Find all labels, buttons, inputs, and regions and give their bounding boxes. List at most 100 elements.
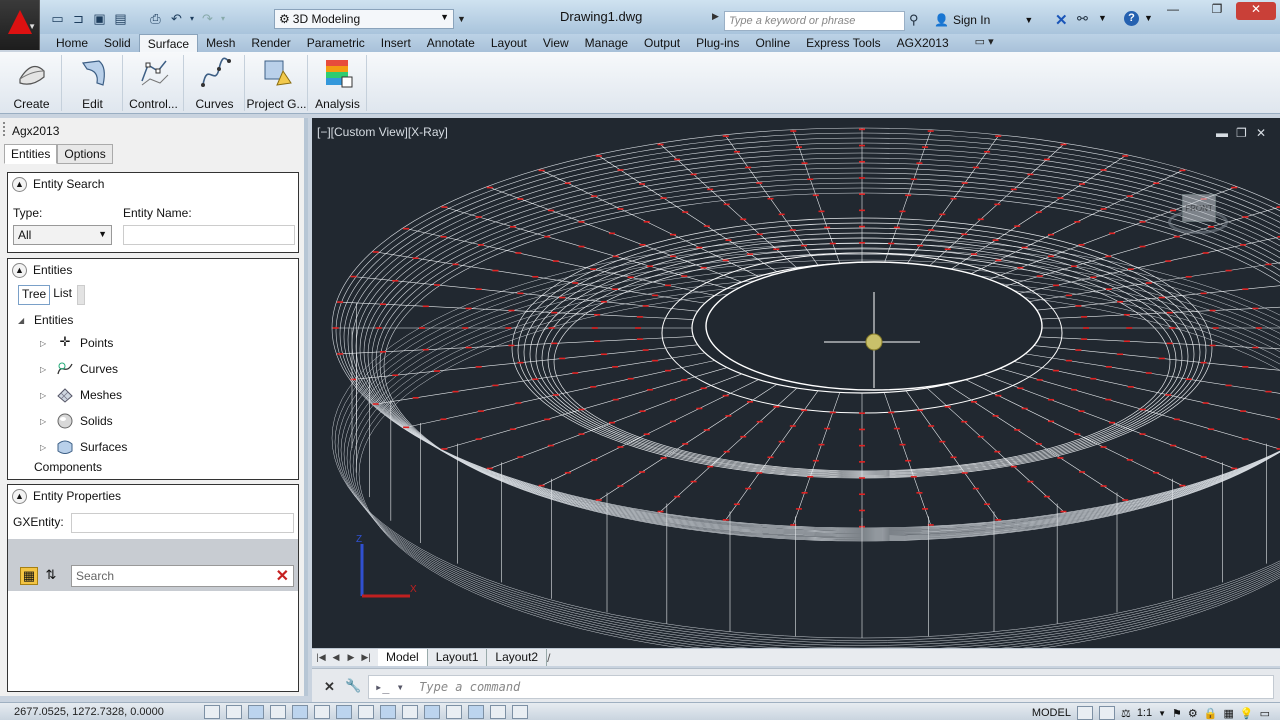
- tab-model[interactable]: Model: [378, 649, 428, 666]
- collapse-icon[interactable]: ▲: [12, 176, 27, 192]
- tree-node-meshes[interactable]: ▷ Meshes: [40, 386, 122, 404]
- categorized-icon[interactable]: ▦: [20, 567, 38, 585]
- plot-icon[interactable]: ⎙: [146, 9, 165, 28]
- tab-annotate[interactable]: Annotate: [419, 34, 483, 52]
- open-icon[interactable]: ⊐: [69, 9, 88, 28]
- annotation-scale-value[interactable]: 1:1: [1137, 707, 1152, 719]
- viewport-minimize-icon[interactable]: ▬: [1216, 126, 1228, 140]
- help-icon[interactable]: ?: [1124, 11, 1139, 26]
- clean-screen-icon[interactable]: ▭: [1260, 707, 1270, 720]
- model-space-button[interactable]: MODEL: [1032, 707, 1071, 719]
- polar-tracking-toggle[interactable]: [292, 704, 308, 719]
- exchange-icon[interactable]: ✕: [1055, 11, 1068, 29]
- dynamic-ucs-toggle[interactable]: [380, 704, 396, 719]
- redo-icon[interactable]: ↷: [198, 9, 217, 28]
- viewport-close-icon[interactable]: ✕: [1256, 126, 1266, 140]
- grid-display-toggle[interactable]: [248, 704, 264, 719]
- first-layout-icon[interactable]: |◀: [315, 652, 327, 663]
- entity-name-field[interactable]: [123, 225, 295, 245]
- tab-output[interactable]: Output: [636, 34, 688, 52]
- analysis-button[interactable]: Analysis: [309, 55, 367, 111]
- collapse-icon[interactable]: ▲: [12, 262, 27, 278]
- dynamic-input-toggle[interactable]: [402, 704, 418, 719]
- quick-view-drawings-icon[interactable]: [1098, 706, 1115, 720]
- 3d-object-snap-toggle[interactable]: [336, 704, 352, 719]
- type-select[interactable]: All ▼: [13, 225, 112, 245]
- selection-cycling-toggle[interactable]: [490, 704, 506, 719]
- close-command-line-icon[interactable]: ✕: [324, 679, 335, 695]
- tab-layout2[interactable]: Layout2: [487, 649, 548, 666]
- isolate-objects-icon[interactable]: 💡: [1240, 707, 1254, 720]
- tab-surface[interactable]: Surface: [138, 34, 199, 52]
- tab-home[interactable]: Home: [48, 34, 96, 52]
- lock-icon[interactable]: 🔒: [1204, 707, 1218, 720]
- tab-parametric[interactable]: Parametric: [299, 34, 373, 52]
- annotation-monitor-toggle[interactable]: [512, 704, 528, 719]
- create-button[interactable]: Create: [2, 55, 62, 111]
- viewcube-front-face[interactable]: FRONT: [1182, 194, 1216, 222]
- tab-options[interactable]: Options: [57, 144, 113, 164]
- object-snap-tracking-toggle[interactable]: [358, 704, 374, 719]
- quick-properties-toggle[interactable]: [468, 704, 484, 719]
- tab-solid[interactable]: Solid: [96, 34, 139, 52]
- last-layout-icon[interactable]: ▶|: [360, 652, 372, 663]
- project-geometry-button[interactable]: Project G...: [246, 55, 308, 111]
- tree-node-curves[interactable]: ▷ Curves: [40, 360, 118, 378]
- infer-constraints-toggle[interactable]: [204, 704, 220, 719]
- tab-tree[interactable]: Tree: [18, 285, 51, 305]
- ortho-mode-toggle[interactable]: [270, 704, 286, 719]
- tab-manage[interactable]: Manage: [577, 34, 636, 52]
- drawing-viewport[interactable]: [−][Custom View][X-Ray] ▬ ❐ ✕ FRONT Z X: [312, 118, 1280, 648]
- prev-layout-icon[interactable]: ◀: [330, 652, 342, 663]
- redo-dropdown-icon[interactable]: ▾: [219, 9, 227, 28]
- connect-icon[interactable]: ⚯: [1077, 11, 1088, 27]
- viewport-controls-label[interactable]: [−][Custom View][X-Ray]: [317, 125, 448, 139]
- object-snap-toggle[interactable]: [314, 704, 330, 719]
- annotation-scale-icon[interactable]: ⚖: [1121, 707, 1131, 720]
- ribbon-toggle-button[interactable]: ▭ ▾: [975, 34, 994, 52]
- chevron-down-icon[interactable]: ▼: [1098, 13, 1107, 23]
- lineweight-toggle[interactable]: [424, 704, 440, 719]
- command-input[interactable]: ▸_ ▾ Type a command: [368, 675, 1274, 699]
- tab-agx2013[interactable]: AGX2013: [889, 34, 957, 52]
- tab-layout1[interactable]: Layout1: [428, 649, 488, 666]
- workspace-switching-icon[interactable]: ⚙: [1188, 707, 1198, 720]
- keyword-search-input[interactable]: Type a keyword or phrase: [724, 11, 905, 31]
- close-icon[interactable]: ✕: [1236, 2, 1276, 20]
- entity-properties-header[interactable]: ▲ Entity Properties: [8, 485, 298, 507]
- collapse-icon[interactable]: ▲: [12, 488, 27, 504]
- viewcube[interactable]: FRONT: [1168, 180, 1228, 238]
- search-expand-icon[interactable]: ▶: [712, 11, 719, 22]
- hardware-acceleration-icon[interactable]: ▦: [1223, 707, 1233, 720]
- curves-button[interactable]: Curves: [185, 55, 245, 111]
- wrench-icon[interactable]: 🔧: [345, 678, 361, 694]
- entities-header[interactable]: ▲ Entities: [8, 259, 298, 281]
- clear-search-icon[interactable]: ✕: [276, 566, 289, 586]
- qat-dropdown-button[interactable]: ▼: [455, 9, 468, 29]
- save-as-icon[interactable]: ▤: [111, 9, 130, 28]
- tab-express-tools[interactable]: Express Tools: [798, 34, 888, 52]
- control-vertices-button[interactable]: Control...: [124, 55, 184, 111]
- tab-layout[interactable]: Layout: [483, 34, 535, 52]
- snap-mode-toggle[interactable]: [226, 704, 242, 719]
- tab-insert[interactable]: Insert: [373, 34, 419, 52]
- properties-search-input[interactable]: Search ✕: [71, 565, 294, 587]
- viewport-restore-icon[interactable]: ❐: [1236, 126, 1247, 140]
- next-layout-icon[interactable]: ▶: [345, 652, 357, 663]
- tree-node-components[interactable]: Components: [34, 460, 102, 474]
- annotation-visibility-icon[interactable]: ⚑: [1172, 707, 1182, 720]
- workspace-select[interactable]: ⚙ 3D Modeling ▼: [274, 9, 454, 29]
- edit-button[interactable]: Edit: [63, 55, 123, 111]
- sign-in-button[interactable]: 👤 Sign In ▼: [934, 13, 1033, 27]
- tab-online[interactable]: Online: [747, 34, 798, 52]
- tab-view[interactable]: View: [535, 34, 577, 52]
- tab-entities[interactable]: Entities: [4, 144, 58, 164]
- sort-alphabetical-icon[interactable]: ⇅: [42, 567, 60, 585]
- new-icon[interactable]: ▭: [48, 9, 67, 28]
- tab-plug-ins[interactable]: Plug-ins: [688, 34, 747, 52]
- tab-list[interactable]: List: [50, 285, 75, 305]
- minimize-icon[interactable]: —: [1160, 2, 1186, 20]
- save-icon[interactable]: ▣: [90, 9, 109, 28]
- tree-node-points[interactable]: ▷ ✛ Points: [40, 334, 113, 352]
- chevron-down-icon[interactable]: ▼: [1144, 13, 1153, 23]
